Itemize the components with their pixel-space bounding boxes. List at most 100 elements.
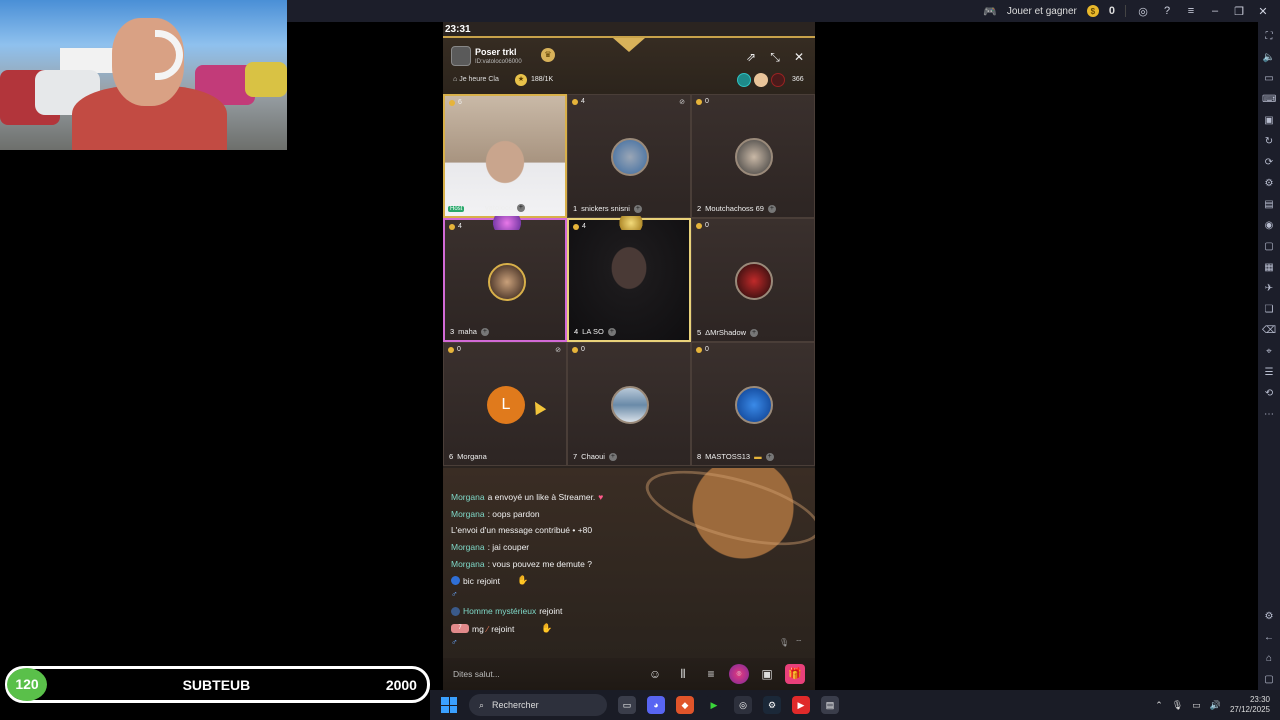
speaker-icon[interactable]: 🔊 bbox=[1210, 700, 1221, 711]
sync-icon[interactable]: ⟳ bbox=[1262, 156, 1276, 170]
macro-icon[interactable]: ⚙ bbox=[1262, 177, 1276, 191]
wave-icon[interactable]: ✋ bbox=[541, 623, 552, 634]
follow-icon[interactable]: + bbox=[767, 204, 776, 213]
settings-icon[interactable]: ⚙ bbox=[1262, 610, 1276, 624]
follow-icon[interactable]: + bbox=[750, 328, 759, 337]
gallery-icon[interactable]: ▦ bbox=[1262, 261, 1276, 275]
seat-8[interactable]: 0 8 MASTOSS13 ▬ + bbox=[691, 342, 815, 466]
camera-icon[interactable]: ◉ bbox=[1262, 219, 1276, 233]
user-avatar[interactable] bbox=[735, 386, 773, 424]
seat-6[interactable]: 0 ⊘ L 6 Morgana bbox=[443, 342, 567, 466]
user-avatar[interactable] bbox=[611, 138, 649, 176]
more-icon[interactable]: ⋯ bbox=[1262, 408, 1276, 422]
wave-icon[interactable]: ✋ bbox=[517, 575, 528, 586]
network-icon[interactable]: ▭ bbox=[1192, 700, 1201, 711]
performance-icon[interactable]: ▤ bbox=[1262, 198, 1276, 212]
coin-count: 0 bbox=[1108, 5, 1115, 17]
rotate-icon[interactable]: ↻ bbox=[1262, 135, 1276, 149]
discord-icon[interactable]: ◕ bbox=[647, 696, 665, 714]
start-button[interactable] bbox=[441, 697, 457, 713]
seat-2[interactable]: 0 2 Moutchachoss 69 + bbox=[691, 94, 815, 218]
audio-icon[interactable]: ⦀ bbox=[673, 664, 693, 684]
seat-7[interactable]: 0 7 Chaoui + bbox=[567, 342, 691, 466]
apk-icon[interactable]: ▣ bbox=[1262, 114, 1276, 128]
mic-muted-icon: ⊘ bbox=[679, 99, 685, 106]
viewer-avatar[interactable] bbox=[771, 73, 785, 87]
restore-icon[interactable]: ❐ bbox=[1232, 5, 1246, 18]
user-avatar[interactable] bbox=[735, 262, 773, 300]
gift-count: 4 bbox=[572, 98, 585, 105]
crown-ornament bbox=[613, 38, 645, 52]
gameplay-icon[interactable]: ▶ bbox=[705, 696, 723, 714]
account-icon[interactable]: ◎ bbox=[1136, 5, 1150, 18]
webcam-overlay bbox=[0, 0, 287, 150]
obs-icon[interactable]: ◎ bbox=[734, 696, 752, 714]
gift-icon[interactable]: 🎁 bbox=[785, 664, 805, 684]
chat-input[interactable]: Dites salut... bbox=[453, 669, 637, 679]
taskbar-search[interactable]: ⌕ Rechercher bbox=[469, 694, 607, 716]
close-icon[interactable]: ✕ bbox=[1256, 5, 1270, 18]
host-avatar[interactable] bbox=[451, 46, 471, 66]
keyboard-icon[interactable]: ⌨ bbox=[1262, 93, 1276, 107]
seat-host[interactable]: 6 Host vatoloco + bbox=[443, 94, 567, 218]
divider bbox=[1125, 5, 1126, 17]
follow-icon[interactable]: + bbox=[516, 203, 525, 212]
viewer-avatar[interactable] bbox=[754, 73, 768, 87]
seat-5[interactable]: 0 5 ΔMrShadow + bbox=[691, 218, 815, 342]
user-avatar[interactable] bbox=[611, 386, 649, 424]
follow-icon[interactable]: + bbox=[608, 452, 617, 461]
game-icon[interactable]: ◎ bbox=[729, 664, 749, 684]
gift-count: 6 bbox=[449, 99, 462, 106]
host-tag: Host bbox=[448, 206, 465, 212]
record-icon[interactable]: ▢ bbox=[1262, 240, 1276, 254]
recents-icon[interactable]: ▢ bbox=[1262, 673, 1276, 687]
play-and-win-link[interactable]: Jouer et gagner bbox=[1007, 6, 1077, 17]
location-icon[interactable]: ⌖ bbox=[1262, 345, 1276, 359]
stack-icon[interactable]: ☰ bbox=[1262, 366, 1276, 380]
gift-count: 0 bbox=[696, 98, 709, 105]
brave-icon[interactable]: ◆ bbox=[676, 696, 694, 714]
mic-icon[interactable]: 🎙 bbox=[1172, 700, 1183, 711]
refresh-icon[interactable]: ⟲ bbox=[1262, 387, 1276, 401]
follow-icon[interactable]: + bbox=[480, 327, 489, 336]
room-topic[interactable]: ⌂ Je heure Cla bbox=[453, 76, 499, 83]
airplane-icon[interactable]: ✈ bbox=[1262, 282, 1276, 296]
follow-icon[interactable]: + bbox=[633, 204, 642, 213]
screen-icon[interactable]: ▭ bbox=[1262, 72, 1276, 86]
share-icon[interactable]: ⇗ bbox=[743, 49, 759, 65]
chest-icon[interactable]: ▣ bbox=[757, 664, 777, 684]
media-player-icon[interactable]: ▶ bbox=[792, 696, 810, 714]
emoji-icon[interactable]: ☺ bbox=[645, 664, 665, 684]
layers-icon[interactable]: ❏ bbox=[1262, 303, 1276, 317]
room-stat: 188/1K bbox=[531, 76, 554, 83]
viewer-count[interactable]: 366 bbox=[792, 76, 804, 83]
help-icon[interactable]: ? bbox=[1160, 5, 1174, 17]
chat-area[interactable]: Morgana a envoyé un like à Streamer. ♥ Mor… bbox=[443, 455, 815, 658]
task-view-icon[interactable]: ▭ bbox=[618, 696, 636, 714]
gift-count: 0 bbox=[448, 346, 461, 353]
seat-1[interactable]: 4 ⊘ 1 snickers snisni + bbox=[567, 94, 691, 218]
volume-icon[interactable]: 🔈 bbox=[1262, 51, 1276, 65]
minimize-icon[interactable]: – bbox=[1208, 5, 1222, 17]
fullscreen-icon[interactable]: ⛶ bbox=[1262, 30, 1276, 44]
chevron-up-icon[interactable]: ⌃ bbox=[1155, 700, 1163, 711]
user-avatar[interactable] bbox=[488, 263, 526, 301]
back-icon[interactable]: ← bbox=[1262, 631, 1276, 645]
eraser-icon[interactable]: ⌫ bbox=[1262, 324, 1276, 338]
close-room-icon[interactable]: ✕ bbox=[791, 49, 807, 65]
menu-icon[interactable]: ≡ bbox=[1184, 5, 1198, 17]
home-icon[interactable]: ⌂ bbox=[1262, 652, 1276, 666]
follow-icon[interactable]: + bbox=[765, 452, 774, 461]
seat-4[interactable]: 4 4 LA SO + bbox=[567, 216, 691, 342]
viewer-avatar[interactable] bbox=[737, 73, 751, 87]
menu-icon[interactable]: ≡ bbox=[701, 664, 721, 684]
bluestacks-icon[interactable]: ▤ bbox=[821, 696, 839, 714]
follow-icon[interactable]: + bbox=[607, 327, 616, 336]
steam-icon[interactable]: ⚙ bbox=[763, 696, 781, 714]
minimize-room-icon[interactable]: ⤡ bbox=[767, 49, 783, 65]
chat-join: Homme mystérieux rejoint bbox=[451, 606, 562, 616]
seat-3[interactable]: 4 3 maha + bbox=[443, 216, 567, 342]
user-avatar[interactable]: L bbox=[487, 386, 525, 424]
user-avatar[interactable] bbox=[735, 138, 773, 176]
clock[interactable]: 23:30 27/12/2025 bbox=[1230, 695, 1270, 715]
